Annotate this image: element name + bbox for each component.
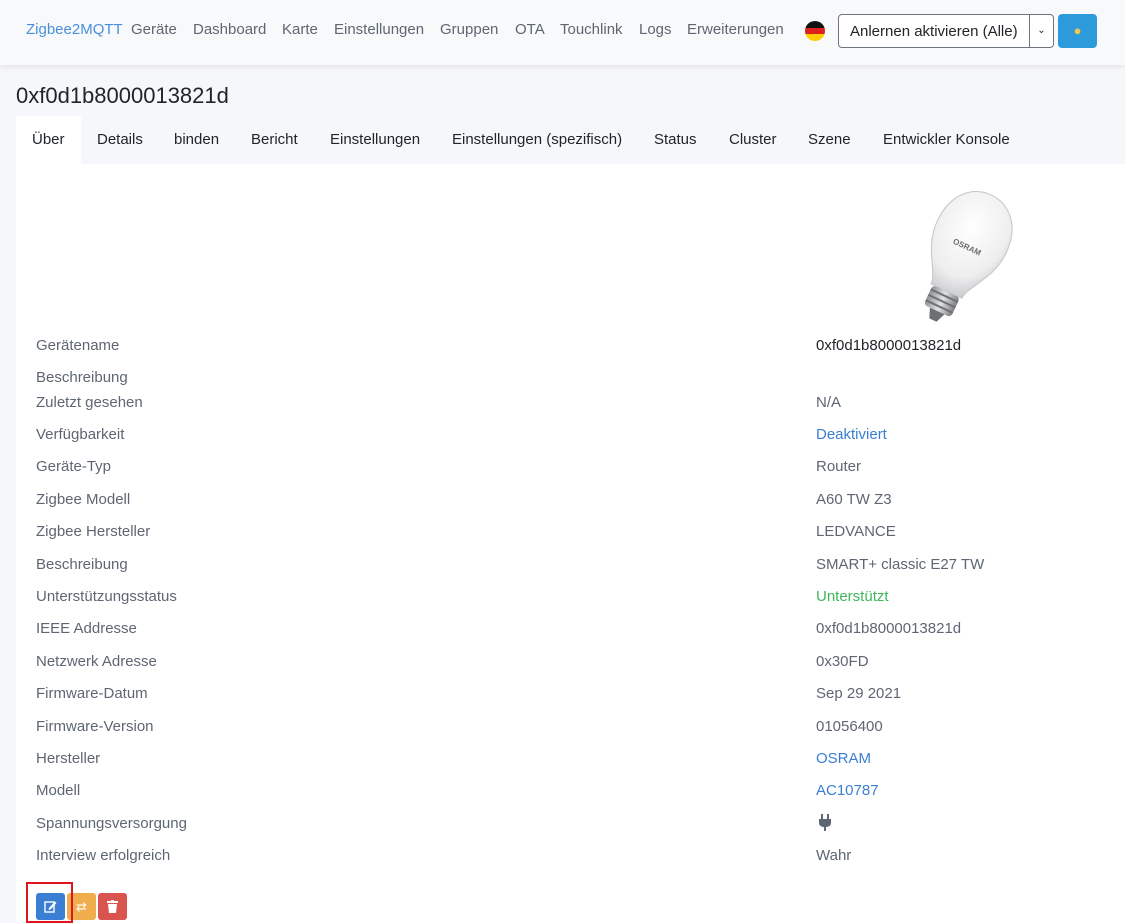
theme-toggle-button[interactable]: ● [1058, 14, 1097, 48]
info-label: Firmware-Datum [36, 685, 148, 702]
info-label: Zigbee Modell [36, 491, 131, 508]
info-value: 01056400 [816, 718, 883, 735]
osram-bulb-image: OSRAM [924, 191, 1013, 322]
info-label: Spannungsversorgung [36, 815, 187, 832]
page-title: 0xf0d1b8000013821d [16, 83, 229, 108]
permit-join-button[interactable]: Anlernen aktivieren (Alle) ⌄ [838, 14, 1054, 48]
info-value: SMART+ classic E27 TW [816, 556, 985, 573]
model-link[interactable]: AC10787 [816, 782, 879, 799]
info-label: Verfügbarkeit [36, 426, 125, 443]
info-value: 0x30FD [816, 653, 869, 670]
tab-settings-specific[interactable]: Einstellungen (spezifisch) [436, 116, 638, 164]
nav-dashboard[interactable]: Dashboard [193, 21, 266, 38]
plug-icon [819, 814, 831, 831]
info-label: Beschreibung [36, 556, 128, 573]
moon-face-icon: ● [1073, 23, 1082, 38]
info-label: IEEE Addresse [36, 620, 137, 637]
info-label: Beschreibung [36, 369, 128, 386]
tab-settings[interactable]: Einstellungen [314, 116, 436, 164]
info-value: N/A [816, 394, 842, 411]
edit-button-highlight [26, 882, 73, 923]
tab-bind[interactable]: binden [158, 116, 235, 164]
info-value: 0xf0d1b8000013821d [816, 620, 962, 637]
info-value: LEDVANCE [816, 523, 896, 540]
brand-link[interactable]: Zigbee2MQTT [26, 21, 123, 38]
info-label: Interview erfolgreich [36, 847, 171, 864]
info-value: Router [816, 458, 862, 475]
info-value: 0xf0d1b8000013821d [816, 337, 962, 354]
trash-icon [107, 900, 118, 913]
nav-groups[interactable]: Gruppen [440, 21, 498, 38]
nav-ota[interactable]: OTA [515, 21, 545, 38]
nav-map[interactable]: Karte [282, 21, 318, 38]
german-flag-icon[interactable] [805, 21, 825, 41]
nav-logs[interactable]: Logs [639, 21, 672, 38]
nav-touchlink[interactable]: Touchlink [560, 21, 623, 38]
permit-join-label: Anlernen aktivieren (Alle) [850, 23, 1018, 40]
tab-scene[interactable]: Szene [792, 116, 867, 164]
vendor-link[interactable]: OSRAM [816, 750, 871, 767]
tab-reporting[interactable]: Bericht [235, 116, 314, 164]
info-label: Unterstützungsstatus [36, 588, 177, 605]
info-label: Hersteller [36, 750, 101, 767]
nav-devices[interactable]: Geräte [131, 21, 177, 38]
info-label: Netzwerk Adresse [36, 653, 157, 670]
info-value: Sep 29 2021 [816, 685, 902, 702]
info-label: Gerätename [36, 337, 120, 354]
info-label: Modell [36, 782, 81, 799]
nav-settings[interactable]: Einstellungen [334, 21, 424, 38]
chevron-down-icon[interactable]: ⌄ [1029, 15, 1053, 47]
info-value: A60 TW Z3 [816, 491, 892, 508]
info-value: Wahr [816, 847, 852, 864]
nav-extensions[interactable]: Erweiterungen [687, 21, 784, 38]
tab-details[interactable]: Details [81, 116, 159, 164]
info-label: Zuletzt gesehen [36, 394, 143, 411]
info-label: Firmware-Version [36, 718, 154, 735]
remove-button[interactable] [98, 893, 127, 920]
tab-about[interactable]: Über [16, 116, 81, 164]
info-label: Zigbee Hersteller [36, 523, 151, 540]
support-status-value: Unterstützt [816, 588, 889, 605]
navbar: Zigbee2MQTT Geräte Dashboard Karte Einst… [0, 0, 1125, 65]
refresh-icon: ⇄ [76, 899, 87, 914]
tab-dev-console[interactable]: Entwickler Konsole [867, 116, 1026, 164]
availability-link[interactable]: Deaktiviert [816, 426, 887, 443]
tab-state[interactable]: Status [638, 116, 713, 164]
tab-clusters[interactable]: Cluster [713, 116, 793, 164]
info-label: Geräte-Typ [36, 458, 112, 475]
